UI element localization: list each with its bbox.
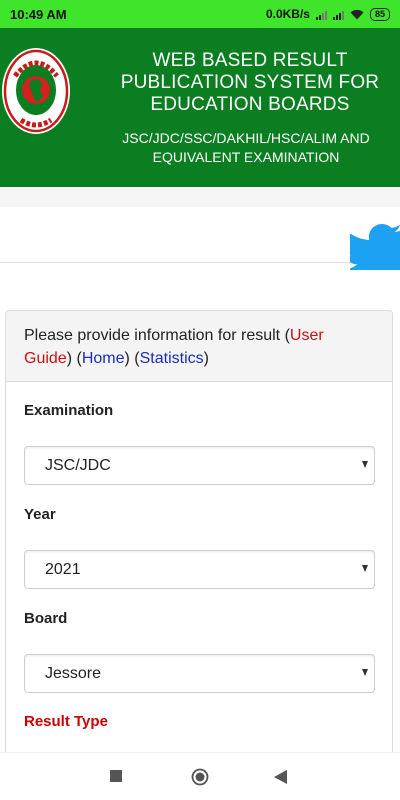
home-link[interactable]: Home [82,350,125,367]
page-subtitle: JSC/JDC/SSC/DAKHIL/HSC/ALIM AND EQUIVALE… [122,130,370,165]
twitter-icon[interactable] [350,222,400,270]
form-intro: Please provide information for result (U… [6,311,392,382]
recents-icon[interactable] [110,770,122,782]
network-speed: 0.0KB/s [265,7,310,21]
signal-icon [332,9,344,20]
government-seal-logo [2,48,70,134]
intro-separator: ) ( [124,350,140,367]
header-shadow-strip [0,187,400,207]
intro-text: Please provide information for result ( [24,327,290,344]
examination-label: Examination [24,402,114,419]
site-header: WEB BASED RESULT PUBLICATION SYSTEM FOR … [0,28,400,187]
year-select[interactable]: 2021 [24,550,375,589]
result-form-panel: Please provide information for result (U… [5,310,393,770]
year-value: 2021 [45,560,81,578]
battery-level: 85 [374,9,385,19]
board-label: Board [24,610,68,627]
dropdown-caret-icon [362,565,368,572]
intro-end: ) [203,350,209,367]
dropdown-caret-icon [362,669,368,676]
battery-icon: 85 [369,7,390,21]
board-value: Jessore [45,664,102,682]
year-label: Year [24,506,56,523]
result-type-label: Result Type [24,713,108,730]
statistics-link[interactable]: Statistics [140,350,204,367]
dropdown-caret-icon [362,461,368,468]
wifi-icon [350,9,364,19]
examination-value: JSC/JDC [45,456,111,474]
page-title: WEB BASED RESULT PUBLICATION SYSTEM FOR … [120,50,380,115]
board-select[interactable]: Jessore [24,654,375,693]
navigation-bar [0,752,400,800]
divider [0,262,352,263]
signal-icon [315,9,327,20]
intro-separator: ) ( [66,350,82,367]
status-time: 10:49 AM [10,6,67,22]
home-icon[interactable] [191,768,209,786]
status-icons: 0.0KB/s 85 [266,7,390,21]
back-icon[interactable] [274,770,287,784]
status-bar: 10:49 AM 0.0KB/s 85 [0,0,400,28]
examination-select[interactable]: JSC/JDC [24,446,375,485]
